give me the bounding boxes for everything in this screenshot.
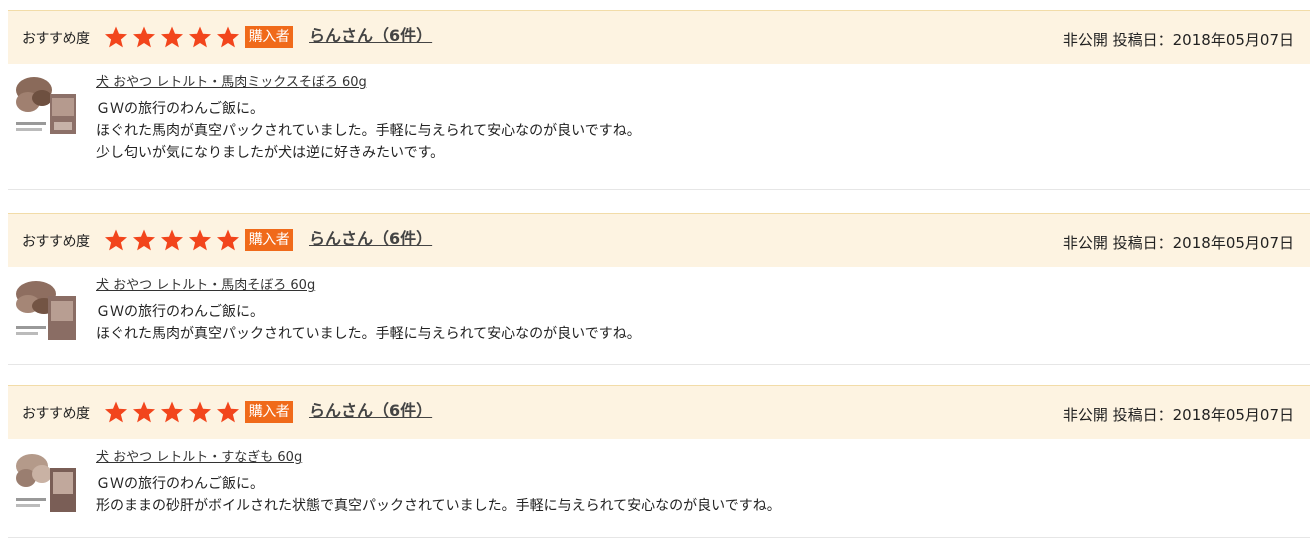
product-thumbnail[interactable] (14, 72, 78, 142)
review-header: おすすめ度 購入者 らんさん（6件） 非公開 投稿日：2018年05月07日 (8, 385, 1310, 439)
review-body: ＧＷの旅行のわんご飯に。 ほぐれた馬肉が真空パックされていました。手軽に与えられ… (96, 98, 641, 164)
product-link[interactable]: 犬 おやつ レトルト・馬肉そぼろ 60g (96, 274, 315, 293)
star-icon (133, 229, 155, 251)
review-line: ＧＷの旅行のわんご飯に。 (96, 304, 264, 320)
buyer-badge: 購入者 (245, 229, 293, 251)
star-icon (161, 401, 183, 423)
star-icon (189, 229, 211, 251)
post-meta: 非公開 投稿日：2018年05月07日 (1062, 406, 1294, 424)
review-line: 少し匂いが気になりましたが犬は逆に好きみたいです。 (96, 145, 445, 161)
review-line: ＧＷの旅行のわんご飯に。 (96, 101, 264, 117)
review-line: ＧＷの旅行のわんご飯に。 (96, 476, 264, 492)
review-header: おすすめ度 購入者 らんさん（6件） 非公開 投稿日：2018年05月07日 (8, 10, 1310, 64)
review-line: 形のままの砂肝がボイルされた状態で真空パックされていました。手軽に与えられて安心… (96, 498, 781, 514)
reviewer-link[interactable]: らんさん（6件） (309, 22, 432, 46)
star-icon (105, 401, 127, 423)
review-line: ほぐれた馬肉が真空パックされていました。手軽に与えられて安心なのが良いですね。 (96, 326, 641, 342)
star-icon (189, 26, 211, 48)
buyer-badge: 購入者 (245, 26, 293, 48)
star-icon (217, 401, 239, 423)
buyer-badge: 購入者 (245, 401, 293, 423)
review-line: ほぐれた馬肉が真空パックされていました。手軽に与えられて安心なのが良いですね。 (96, 123, 641, 139)
reviewer-link[interactable]: らんさん（6件） (309, 225, 432, 249)
review-body: ＧＷの旅行のわんご飯に。 ほぐれた馬肉が真空パックされていました。手軽に与えられ… (96, 301, 641, 345)
star-icon (105, 229, 127, 251)
review-body: ＧＷの旅行のわんご飯に。 形のままの砂肝がボイルされた状態で真空パックされていま… (96, 473, 781, 517)
star-icon (105, 26, 127, 48)
review-header: おすすめ度 購入者 らんさん（6件） 非公開 投稿日：2018年05月07日 (8, 213, 1310, 267)
star-icon (217, 26, 239, 48)
review-divider (8, 537, 1310, 538)
product-thumbnail[interactable] (14, 276, 78, 346)
star-icon (161, 229, 183, 251)
product-link[interactable]: 犬 おやつ レトルト・すなぎも 60g (96, 446, 302, 465)
post-meta: 非公開 投稿日：2018年05月07日 (1062, 31, 1294, 49)
post-meta: 非公開 投稿日：2018年05月07日 (1062, 234, 1294, 252)
product-link[interactable]: 犬 おやつ レトルト・馬肉ミックスそぼろ 60g (96, 71, 367, 90)
recommend-label: おすすめ度 (22, 31, 90, 47)
star-icon (161, 26, 183, 48)
star-icon (189, 401, 211, 423)
star-icon (133, 401, 155, 423)
review-divider (8, 189, 1310, 190)
star-icon (133, 26, 155, 48)
product-thumbnail[interactable] (14, 448, 78, 518)
star-icon (217, 229, 239, 251)
reviewer-link[interactable]: らんさん（6件） (309, 397, 432, 421)
recommend-label: おすすめ度 (22, 234, 90, 250)
review-divider (8, 364, 1310, 365)
recommend-label: おすすめ度 (22, 406, 90, 422)
